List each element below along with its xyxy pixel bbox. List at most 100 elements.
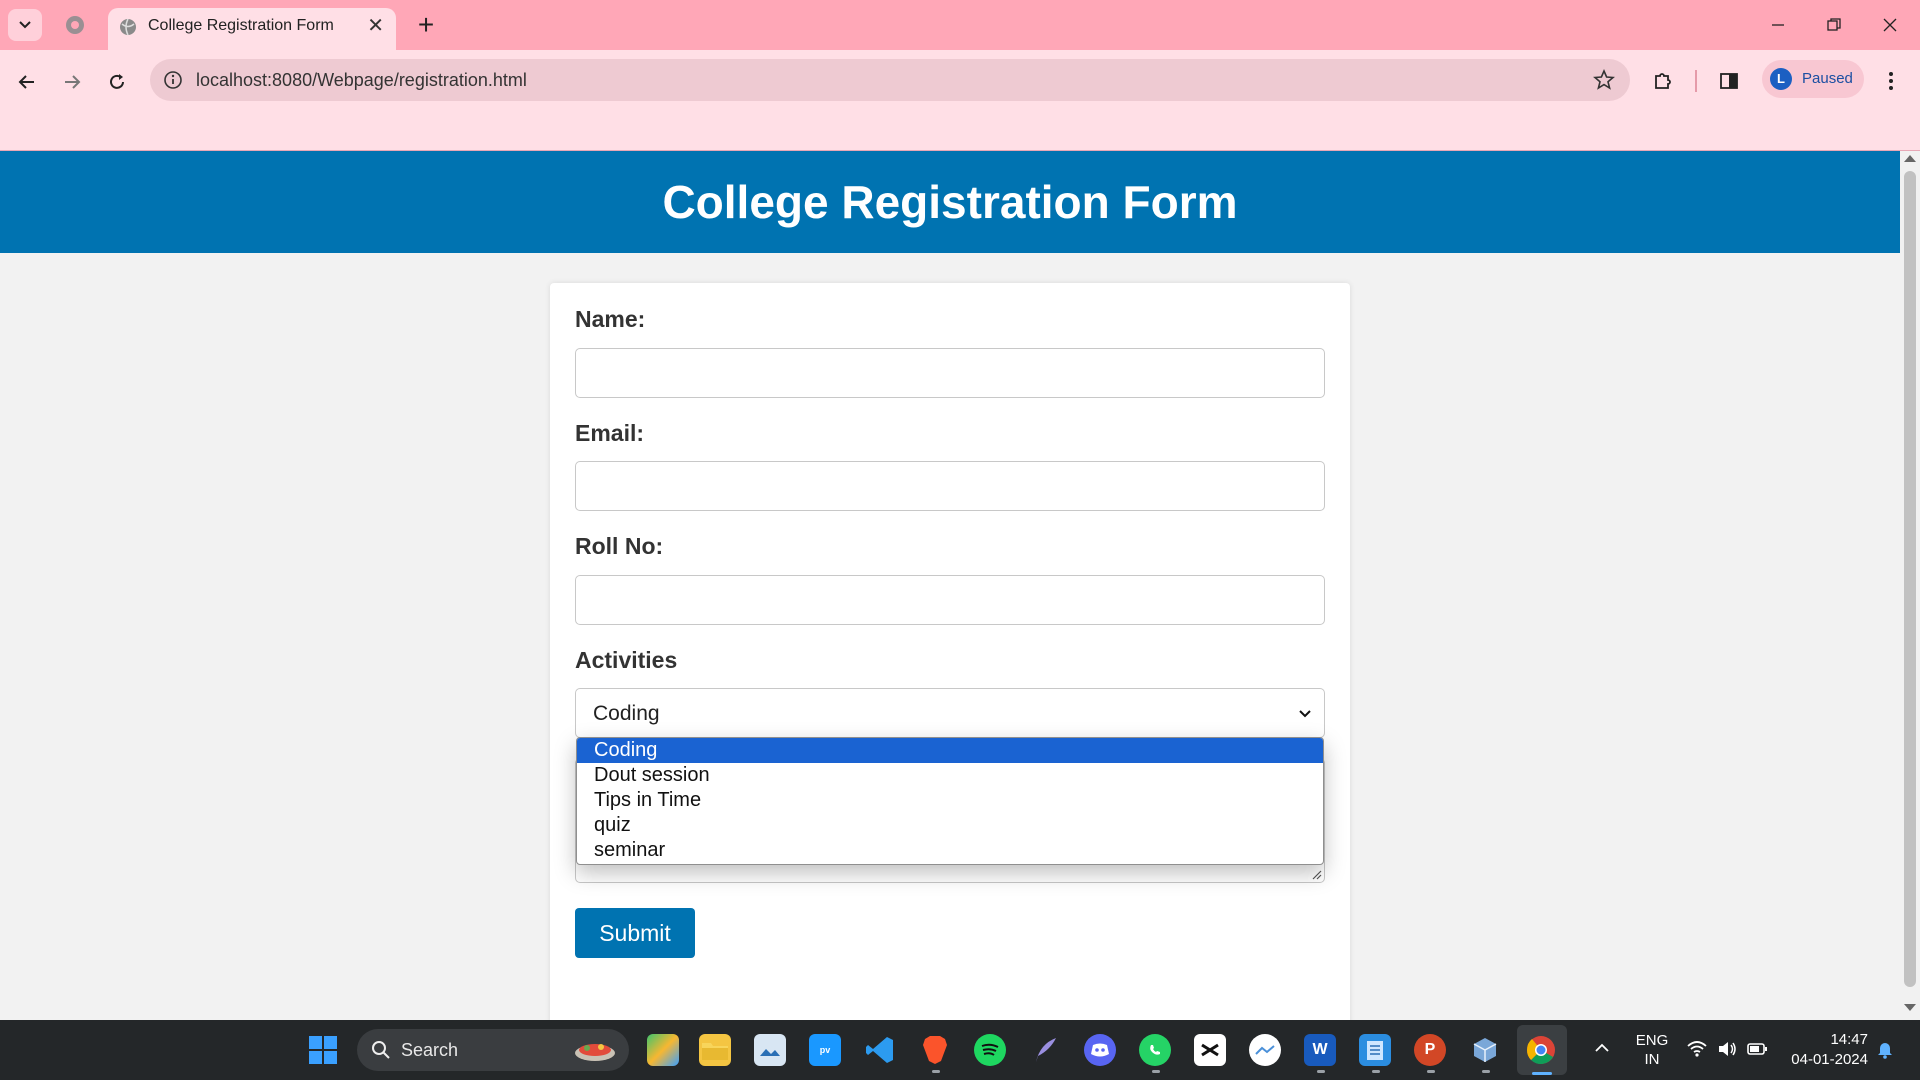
page-scrollbar[interactable] xyxy=(1900,151,1920,1020)
scrollbar-thumb[interactable] xyxy=(1904,171,1916,987)
submit-button[interactable]: Submit xyxy=(575,908,695,958)
brave-browser-icon[interactable] xyxy=(919,1034,951,1066)
notification-bell-icon[interactable] xyxy=(1874,1038,1896,1060)
registration-form: Name: Email: Roll No: Activities Coding … xyxy=(550,283,1350,1020)
capcut-logo-icon xyxy=(1201,1043,1219,1057)
clock-date: 04-01-2024 xyxy=(1791,1051,1868,1068)
tab-search-button[interactable] xyxy=(8,9,42,41)
taskbar-search[interactable]: Search xyxy=(357,1029,629,1071)
running-indicator xyxy=(1317,1070,1325,1073)
vscode-icon[interactable] xyxy=(864,1034,896,1066)
roll-no-label: Roll No: xyxy=(575,533,664,559)
system-clock[interactable]: 14:47 04-01-2024 xyxy=(1782,1030,1868,1070)
discord-logo-icon xyxy=(1091,1043,1109,1057)
spotify-icon[interactable] xyxy=(974,1034,1006,1066)
tab-title: College Registration Form xyxy=(148,17,334,34)
url-text[interactable]: localhost:8080/Webpage/registration.html xyxy=(196,70,527,91)
email-input[interactable] xyxy=(575,461,1325,511)
scroll-down-icon[interactable] xyxy=(1904,1004,1916,1011)
option-quiz[interactable]: quiz xyxy=(577,813,1323,838)
chevron-down-icon xyxy=(1299,710,1311,718)
reload-button[interactable] xyxy=(99,64,135,100)
minimize-button[interactable] xyxy=(1758,10,1798,40)
wifi-icon[interactable] xyxy=(1686,1038,1708,1060)
option-tips-in-time[interactable]: Tips in Time xyxy=(577,788,1323,813)
search-icon xyxy=(372,1041,390,1059)
widgets-app-icon[interactable] xyxy=(647,1034,679,1066)
globe-icon[interactable] xyxy=(64,14,86,36)
scroll-up-icon[interactable] xyxy=(1904,155,1916,162)
tab-strip: College Registration Form ✕ + xyxy=(0,0,1920,50)
language-region: IN xyxy=(1644,1051,1660,1068)
page-viewport: College Registration Form Name: Email: R… xyxy=(0,151,1900,1020)
arrow-left-icon xyxy=(18,75,34,89)
activities-label: Activities xyxy=(575,647,678,673)
whatsapp-icon[interactable] xyxy=(1139,1034,1171,1066)
language-code: ENG xyxy=(1635,1032,1669,1049)
chart-line-icon xyxy=(1255,1045,1275,1055)
name-label: Name: xyxy=(575,306,646,332)
notepad-icon[interactable] xyxy=(1359,1034,1391,1066)
browser-menu-button[interactable] xyxy=(1876,66,1906,96)
search-highlight-icon xyxy=(575,1044,615,1061)
option-dout-session[interactable]: Dout session xyxy=(577,763,1323,788)
chevron-up-icon[interactable] xyxy=(1592,1038,1612,1058)
running-indicator xyxy=(1372,1070,1380,1073)
folder-icon xyxy=(702,1043,728,1060)
option-coding[interactable]: Coding xyxy=(577,738,1323,763)
email-label: Email: xyxy=(575,420,645,446)
prime-video-icon[interactable]: pv xyxy=(809,1034,841,1066)
tab-active[interactable]: College Registration Form ✕ xyxy=(108,8,396,50)
close-icon xyxy=(1883,18,1897,32)
powerpoint-icon[interactable]: P xyxy=(1414,1034,1446,1066)
back-button[interactable] xyxy=(9,64,45,100)
close-window-button[interactable] xyxy=(1870,10,1910,40)
activities-select[interactable]: Coding xyxy=(575,688,1325,738)
spotify-waves-icon xyxy=(981,1043,999,1056)
running-indicator xyxy=(1152,1070,1160,1073)
name-input[interactable] xyxy=(575,348,1325,398)
bookmark-star-icon[interactable] xyxy=(1592,68,1616,92)
language-indicator[interactable]: ENG IN xyxy=(1632,1031,1672,1069)
new-tab-button[interactable]: + xyxy=(410,9,442,41)
lion-shield-icon xyxy=(923,1036,947,1064)
vscode-logo-icon xyxy=(866,1037,893,1063)
discord-icon[interactable] xyxy=(1084,1034,1116,1066)
chrome-icon[interactable] xyxy=(1525,1034,1557,1066)
notepad-lines-icon xyxy=(1367,1041,1383,1060)
roll-no-input[interactable] xyxy=(575,575,1325,625)
address-bar[interactable]: localhost:8080/Webpage/registration.html xyxy=(150,59,1630,101)
avatar: L xyxy=(1770,68,1792,90)
word-icon[interactable]: W xyxy=(1304,1034,1336,1066)
forward-button[interactable] xyxy=(54,64,90,100)
side-panel-button[interactable] xyxy=(1714,66,1744,96)
page-title: College Registration Form xyxy=(662,176,1238,228)
file-explorer-icon[interactable] xyxy=(699,1034,731,1066)
chevron-down-icon xyxy=(19,21,31,29)
browser-toolbar: localhost:8080/Webpage/registration.html… xyxy=(0,50,1920,151)
close-tab-icon[interactable]: ✕ xyxy=(367,14,384,38)
capcut-icon[interactable] xyxy=(1194,1034,1226,1066)
chrome-logo-icon xyxy=(1526,1036,1555,1065)
globe-icon xyxy=(120,18,136,36)
reverse-app-icon[interactable] xyxy=(1029,1034,1061,1066)
site-info-icon[interactable] xyxy=(162,69,184,91)
windows-start-icon[interactable] xyxy=(308,1035,338,1065)
photos-app-icon[interactable] xyxy=(754,1034,786,1066)
minimize-icon xyxy=(1772,24,1784,26)
resize-handle-icon[interactable] xyxy=(1310,868,1322,880)
image-icon xyxy=(760,1049,780,1056)
side-panel-icon xyxy=(1720,73,1738,89)
battery-icon[interactable] xyxy=(1746,1038,1768,1060)
messenger-app-icon[interactable] xyxy=(1249,1034,1281,1066)
virtualbox-icon[interactable] xyxy=(1469,1034,1501,1066)
running-indicator xyxy=(1482,1070,1490,1073)
restore-button[interactable] xyxy=(1814,10,1854,40)
profile-button[interactable]: L Paused xyxy=(1762,60,1864,98)
arrow-right-icon xyxy=(65,75,81,89)
restore-icon xyxy=(1827,18,1841,31)
volume-icon[interactable] xyxy=(1716,1038,1738,1060)
extensions-button[interactable] xyxy=(1648,66,1678,96)
option-seminar[interactable]: seminar xyxy=(577,838,1323,863)
feather-icon xyxy=(1036,1038,1056,1062)
